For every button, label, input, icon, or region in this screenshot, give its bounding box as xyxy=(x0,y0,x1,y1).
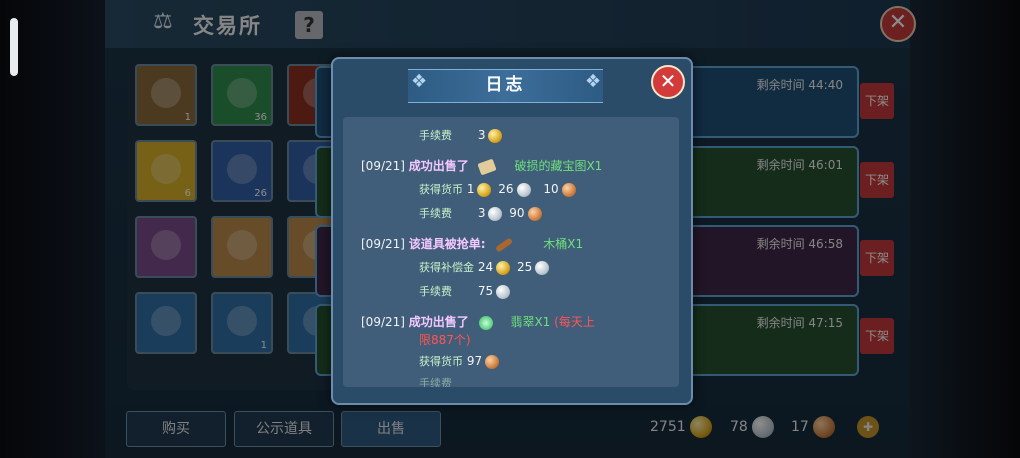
right-edge-panel xyxy=(910,0,1020,458)
delist-button[interactable]: 下架 xyxy=(860,83,894,119)
tab-buy[interactable]: 购买 xyxy=(126,411,226,447)
beetle-icon xyxy=(151,306,181,336)
beetle-icon xyxy=(227,306,257,336)
copper-coin-icon xyxy=(813,416,836,438)
time-remaining: 剩余时间 44:40 xyxy=(756,78,843,92)
log-compensation-line: 获得补偿金 24 25 xyxy=(419,259,552,275)
log-entry-sold: [09/21] 成功出售了 翡翠X1 (每天上 xyxy=(361,315,595,330)
log-fee-line: 手续费 75 xyxy=(419,283,513,299)
log-entry-sold: [09/21] 成功出售了 破损的藏宝图X1 xyxy=(361,158,603,175)
copper-coin-icon xyxy=(485,354,500,369)
log-fee-line: 手续费 3 90 xyxy=(419,205,545,221)
add-currency-button[interactable]: ✚ xyxy=(857,416,879,438)
slot-count: 36 xyxy=(254,112,267,123)
silver-coin-icon xyxy=(752,416,775,438)
slot-count: 1 xyxy=(184,112,191,123)
log-limit-note: 限887个) xyxy=(419,333,471,347)
silver-balance: 78 xyxy=(730,416,775,438)
scale-icon: ⚖ xyxy=(153,9,173,34)
silver-coin-icon xyxy=(516,182,531,197)
log-dialog: ❖ ❖ 日志 ✕ 手续费 3 [09/21] 成功出售了 破损的藏宝图X1 获得… xyxy=(331,57,693,405)
delist-button[interactable]: 下架 xyxy=(860,240,894,276)
window-title: 交易所 xyxy=(193,14,262,38)
log-fee-line: 手续费 3 xyxy=(419,127,505,143)
delist-button[interactable]: 下架 xyxy=(860,162,894,198)
wooden-bucket-icon xyxy=(495,236,514,253)
copper-balance: 17 xyxy=(791,416,836,438)
log-scroll-area[interactable]: 手续费 3 [09/21] 成功出售了 破损的藏宝图X1 获得货币 1 26 1… xyxy=(343,117,679,387)
time-remaining: 剩余时间 47:15 xyxy=(756,316,843,330)
title-bar: ⚖ 交易所 ? ✕ xyxy=(105,0,916,48)
inventory-grid: 1 36 6 26 1 xyxy=(127,60,349,390)
log-income-line: 获得货币 97 xyxy=(419,353,502,369)
inventory-slot[interactable]: 1 xyxy=(211,292,273,354)
close-window-button[interactable]: ✕ xyxy=(880,6,916,42)
dialog-title: 日志 xyxy=(485,75,526,95)
inventory-slot[interactable]: 6 xyxy=(135,140,197,202)
log-income-line: 获得货币 1 26 10 xyxy=(419,181,579,197)
inventory-slot[interactable] xyxy=(135,292,197,354)
copper-coin-icon xyxy=(561,182,576,197)
slot-count: 6 xyxy=(184,188,191,199)
plus-icon: ✚ xyxy=(857,416,879,438)
gold-coin-icon xyxy=(690,416,713,438)
silver-coin-icon xyxy=(488,206,503,221)
help-button[interactable]: ? xyxy=(295,11,323,39)
gold-coin-icon xyxy=(488,128,503,143)
inventory-slot[interactable] xyxy=(135,216,197,278)
jade-gem-icon xyxy=(478,315,493,330)
gold-coin-icon xyxy=(477,182,492,197)
silver-coin-icon xyxy=(535,260,550,275)
silver-coin-icon xyxy=(496,284,511,299)
gold-coin-icon xyxy=(496,260,511,275)
white-statue-icon xyxy=(227,230,257,260)
inventory-slot[interactable] xyxy=(211,216,273,278)
jade-orb-icon xyxy=(227,78,257,108)
slot-count: 1 xyxy=(260,340,267,351)
log-entry-sniped: [09/21] 该道具被抢单: 木桶X1 xyxy=(361,236,584,253)
treasure-map-icon xyxy=(477,158,497,175)
inventory-slot[interactable]: 1 xyxy=(135,64,197,126)
inventory-slot[interactable]: 36 xyxy=(211,64,273,126)
tab-sell[interactable]: 出售 xyxy=(341,411,441,447)
delist-button[interactable]: 下架 xyxy=(860,318,894,354)
dark-statue-icon xyxy=(151,230,181,260)
log-fee-line: 手续费 xyxy=(419,377,452,387)
log-icon xyxy=(151,78,181,108)
time-remaining: 剩余时间 46:01 xyxy=(756,158,843,172)
fish-bag-icon xyxy=(227,154,257,184)
gold-balance: 2751 xyxy=(650,416,713,438)
time-remaining: 剩余时间 46:58 xyxy=(756,237,843,251)
side-slider-handle[interactable] xyxy=(10,18,18,76)
tab-public-items[interactable]: 公示道具 xyxy=(234,411,334,447)
gold-gem-icon xyxy=(151,154,181,184)
close-dialog-button[interactable]: ✕ xyxy=(651,65,685,99)
slot-count: 26 xyxy=(254,188,267,199)
copper-coin-icon xyxy=(527,206,542,221)
inventory-slot[interactable]: 26 xyxy=(211,140,273,202)
